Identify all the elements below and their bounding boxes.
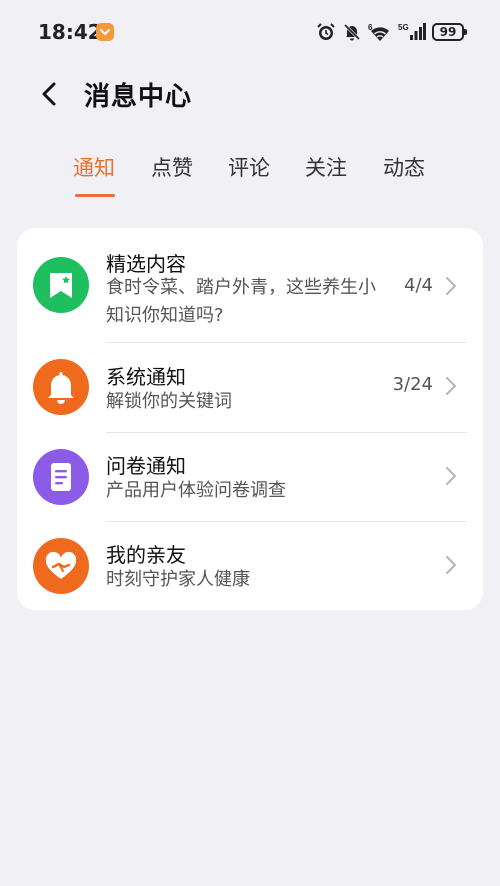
- chevron-right-icon: [446, 467, 457, 485]
- tab-comments[interactable]: 评论: [228, 152, 270, 182]
- featured-content-icon: [33, 257, 89, 313]
- status-bar: 18:42 6 5G 99: [0, 0, 500, 62]
- message-count: 3/24: [392, 374, 433, 395]
- status-time: 18:42: [38, 20, 102, 44]
- message-title: 系统通知: [106, 365, 186, 389]
- tab-notifications[interactable]: 通知: [73, 152, 115, 182]
- alarm-icon: [317, 23, 335, 40]
- tab-activity[interactable]: 动态: [383, 152, 425, 182]
- message-subtitle: 食时令菜、踏户外青，这些养生小知识你知道吗?: [106, 277, 376, 326]
- tab-likes[interactable]: 点赞: [151, 152, 193, 182]
- message-title: 我的亲友: [106, 543, 186, 567]
- survey-document-icon: [33, 449, 89, 505]
- message-row-system[interactable]: 系统通知 解锁你的关键词 3/24: [17, 343, 483, 432]
- chevron-right-icon: [446, 277, 457, 295]
- message-subtitle: 解锁你的关键词: [106, 391, 232, 412]
- message-subtitle: 产品用户体验问卷调查: [106, 480, 286, 501]
- message-count: 4/4: [404, 275, 433, 296]
- message-title: 精选内容: [106, 252, 186, 276]
- status-icons: 6 5G 99: [316, 20, 467, 44]
- tab-follows[interactable]: 关注: [305, 152, 347, 182]
- message-row-featured[interactable]: 精选内容 食时令菜、踏户外青，这些养生小知识你知道吗? 4/4: [17, 228, 483, 342]
- wifi-6-icon: 6: [368, 23, 389, 41]
- message-subtitle: 时刻守护家人健康: [106, 569, 250, 590]
- chevron-right-icon: [446, 377, 457, 395]
- bell-icon: [33, 359, 89, 415]
- active-tab-indicator: [75, 194, 115, 197]
- back-button[interactable]: [34, 78, 66, 110]
- svg-text:5G: 5G: [398, 23, 409, 32]
- message-row-family[interactable]: 我的亲友 时刻守护家人健康: [17, 522, 483, 610]
- app-notification-icon: [96, 23, 114, 41]
- tab-bar: 通知 点赞 评论 关注 动态: [0, 152, 500, 202]
- message-row-survey[interactable]: 问卷通知 产品用户体验问卷调查: [17, 433, 483, 521]
- chevron-right-icon: [446, 556, 457, 574]
- chevron-left-icon: [42, 82, 56, 106]
- header: 消息中心: [0, 70, 500, 118]
- message-title: 问卷通知: [106, 454, 186, 478]
- page-title: 消息中心: [84, 82, 193, 112]
- message-list-card: 精选内容 食时令菜、踏户外青，这些养生小知识你知道吗? 4/4 系统通知 解锁你…: [17, 228, 483, 610]
- heart-hand-icon: [33, 538, 89, 594]
- battery-indicator: 99: [432, 23, 467, 41]
- signal-5g-icon: 5G: [398, 23, 426, 40]
- mute-bell-icon: [343, 23, 361, 41]
